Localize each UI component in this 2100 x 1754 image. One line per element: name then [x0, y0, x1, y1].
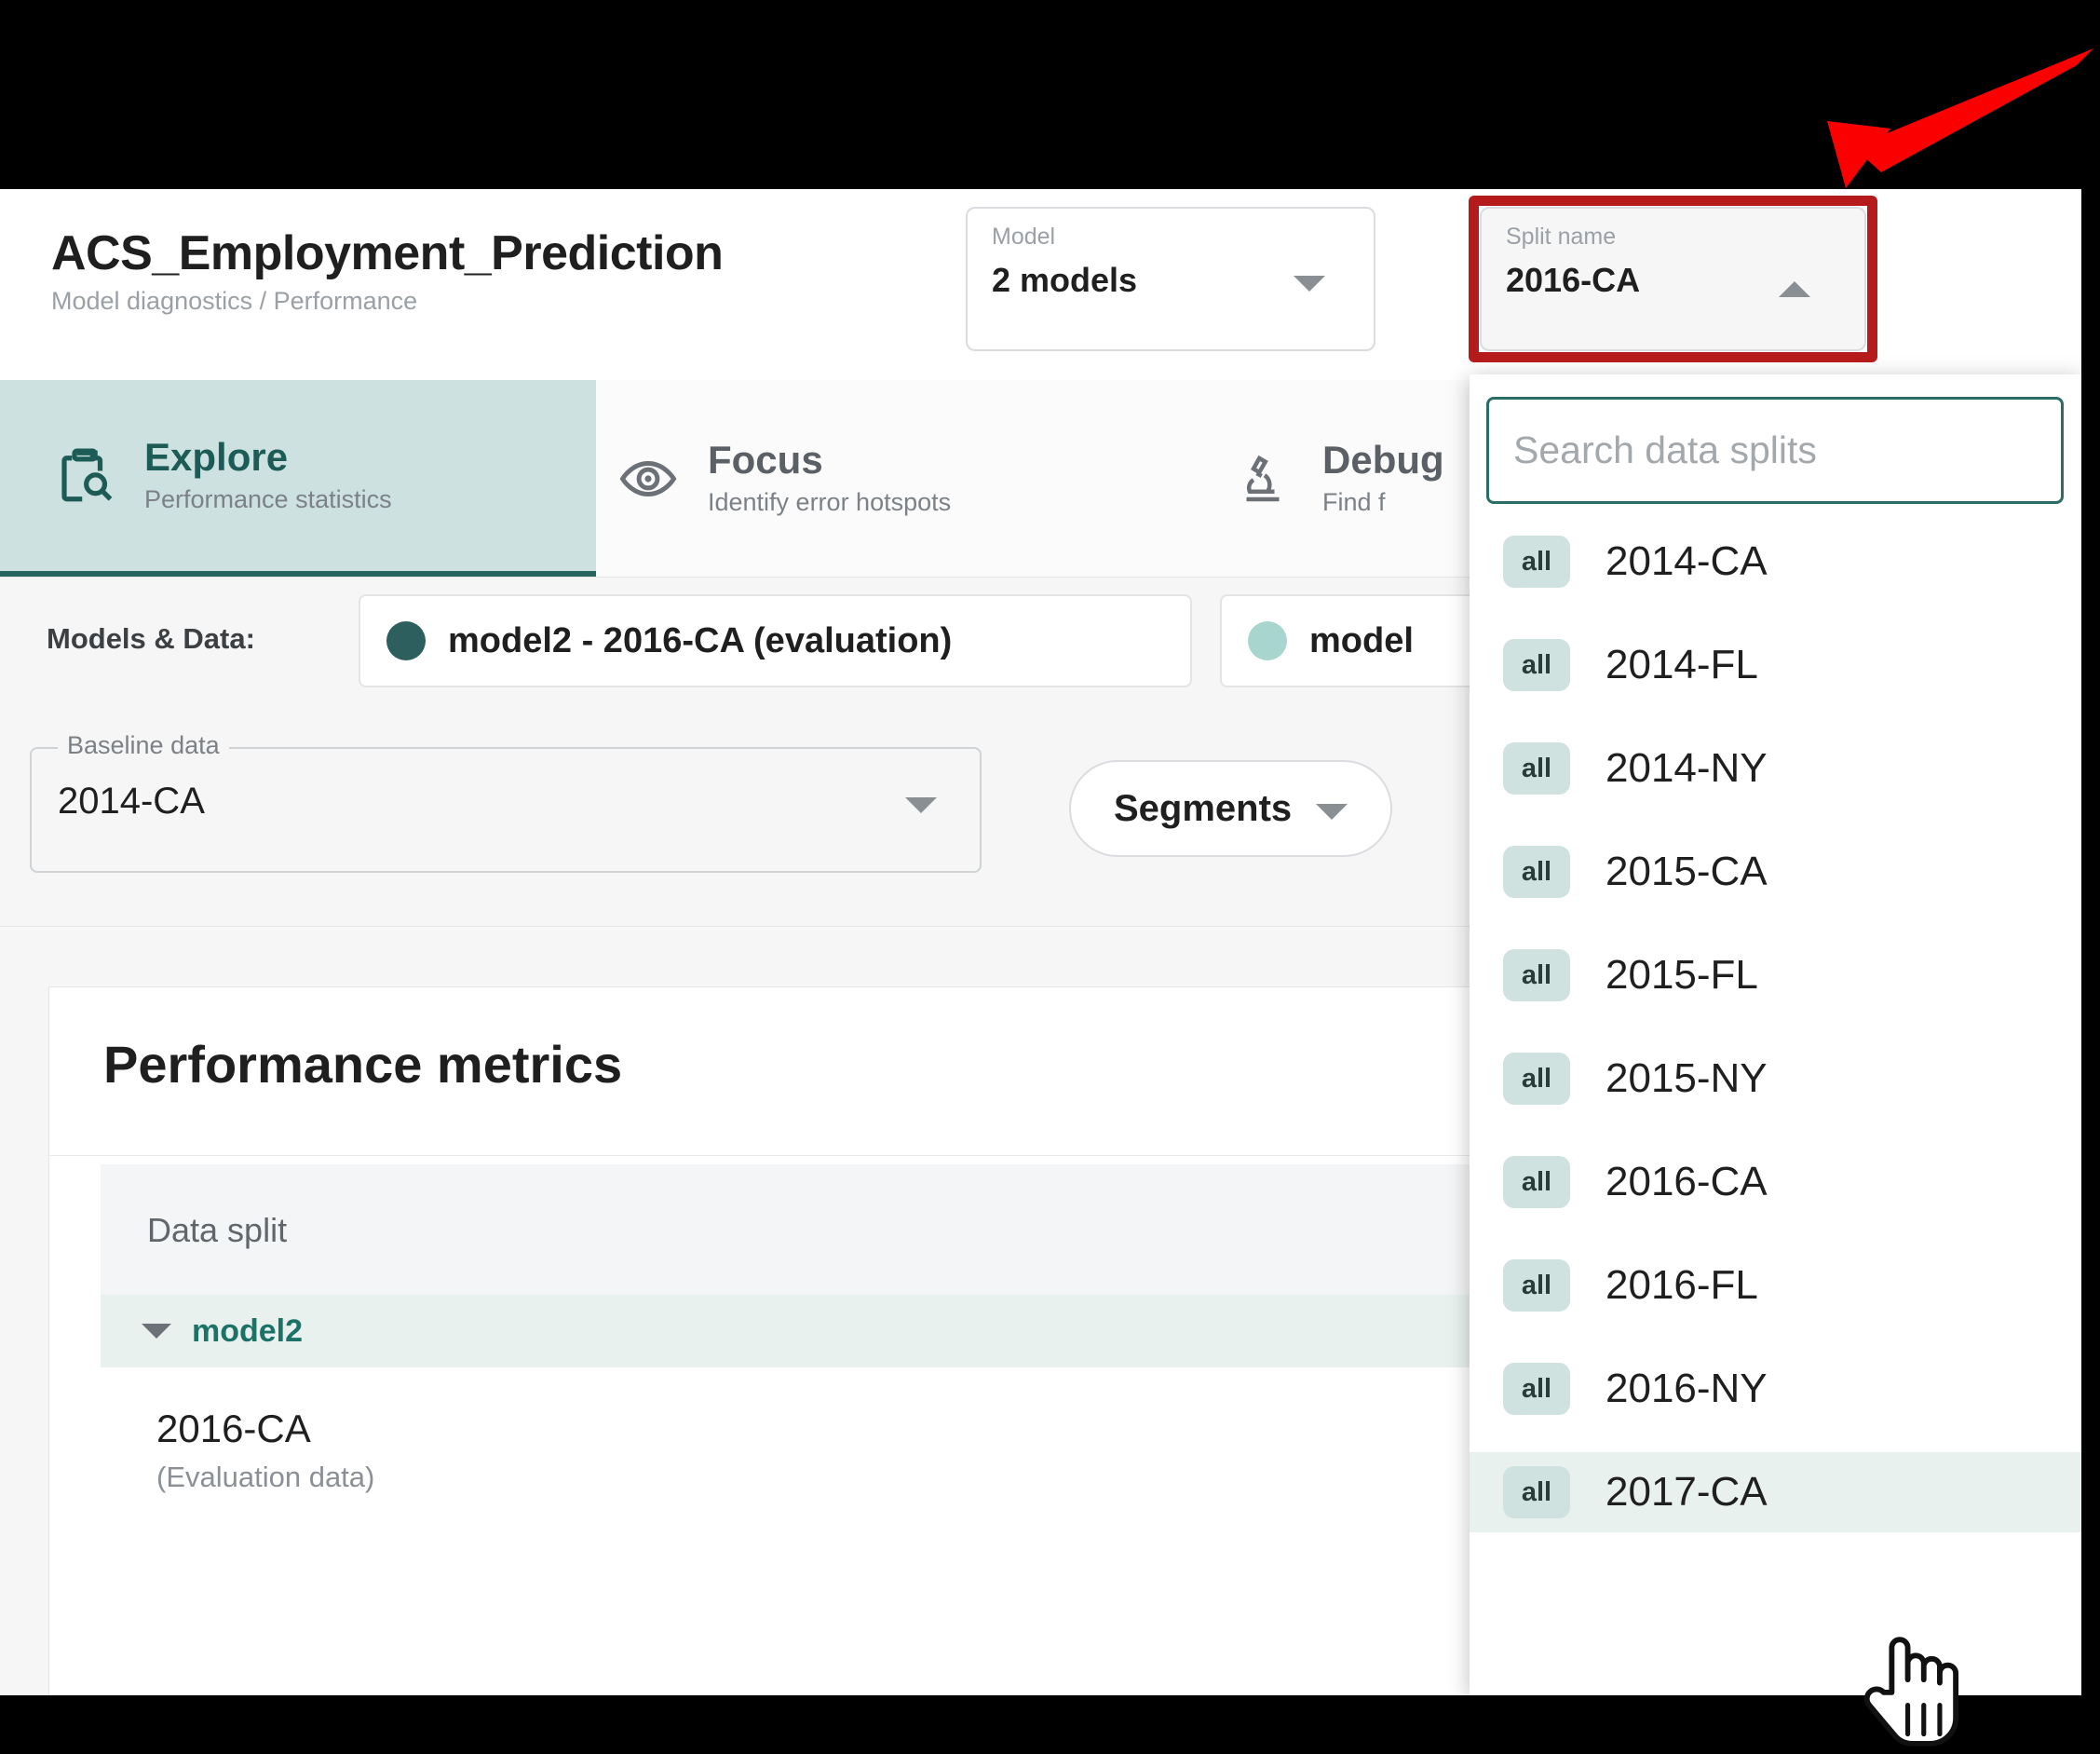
split-option-badge: all [1503, 1053, 1570, 1105]
split-option-2016-ny[interactable]: all 2016-NY [1470, 1349, 2081, 1429]
split-name-dropdown-panel: all 2014-CA all 2014-FL all 2014-NY all 2015-CA… [1470, 374, 2081, 1695]
chevron-down-icon [1294, 276, 1325, 292]
model-select[interactable]: Model 2 models [966, 207, 1375, 351]
split-option-2015-ca[interactable]: all 2015-CA [1470, 832, 2081, 912]
split-option-badge-label: all [1521, 1166, 1552, 1197]
eye-icon [615, 445, 682, 512]
split-option-badge: all [1503, 1259, 1570, 1312]
split-option-badge-label: all [1521, 649, 1552, 680]
split-option-2017-ca[interactable]: all 2017-CA [1470, 1452, 2081, 1532]
split-option-badge-label: all [1521, 546, 1552, 577]
split-option-label: 2014-FL [1605, 642, 1758, 687]
split-option-2016-fl[interactable]: all 2016-FL [1470, 1245, 2081, 1326]
segments-button-label: Segments [1114, 787, 1293, 829]
tab-explore[interactable]: Explore Performance statistics [0, 380, 596, 577]
split-option-2014-ny[interactable]: all 2014-NY [1470, 728, 2081, 809]
application-window: ACS_Employment_Prediction Model diagnost… [0, 189, 2081, 1695]
split-option-badge: all [1503, 742, 1570, 795]
page-title-block: ACS_Employment_Prediction Model diagnost… [51, 226, 724, 316]
split-option-badge: all [1503, 846, 1570, 898]
split-option-label: 2014-NY [1605, 745, 1768, 791]
split-option-label: 2015-NY [1605, 1055, 1768, 1101]
split-option-badge: all [1503, 1156, 1570, 1208]
split-name-select-value: 2016-CA [1506, 261, 1641, 299]
split-option-badge-label: all [1521, 856, 1552, 887]
baseline-data-select[interactable]: Baseline data 2014-CA [30, 731, 982, 873]
split-option-badge: all [1503, 639, 1570, 691]
tab-focus-label: Focus [708, 437, 823, 482]
tab-debug-label: Debug [1322, 437, 1444, 482]
model-color-dot [386, 621, 426, 660]
model-chip[interactable]: model2 - 2016-CA (evaluation) [359, 594, 1192, 687]
clipboard-search-icon [51, 442, 118, 510]
split-option-label: 2016-FL [1605, 1262, 1758, 1308]
baseline-data-value: 2014-CA [58, 781, 205, 822]
split-name-select[interactable]: Split name 2016-CA [1480, 207, 1866, 351]
table-row-sub: (Evaluation data) [156, 1461, 375, 1493]
tab-explore-text: Explore Performance statistics [144, 434, 392, 514]
models-and-data-label: Models & Data: [47, 622, 255, 655]
split-option-badge: all [1503, 536, 1570, 588]
chevron-down-icon [905, 797, 937, 813]
tab-focus[interactable]: Focus Identify error hotspots [615, 380, 1211, 577]
model-chip-label: model2 - 2016-CA (evaluation) [448, 620, 953, 660]
split-option-badge-label: all [1521, 1373, 1552, 1404]
table-column-header-data-split: Data split [147, 1211, 288, 1249]
split-option-label: 2014-CA [1605, 538, 1768, 584]
tab-focus-text: Focus Identify error hotspots [708, 437, 952, 517]
tab-debug-sub: Find f [1322, 488, 1386, 517]
split-option-2014-ca[interactable]: all 2014-CA [1470, 522, 2081, 602]
tab-debug-text: Debug Find f [1322, 437, 1444, 517]
breadcrumb: Model diagnostics / Performance [51, 286, 418, 315]
tab-focus-sub: Identify error hotspots [708, 488, 952, 517]
segments-button[interactable]: Segments [1069, 760, 1393, 857]
split-option-2015-fl[interactable]: all 2015-FL [1470, 935, 2081, 1015]
split-options-list[interactable]: all 2014-CA all 2014-FL all 2014-NY all 2015-CA… [1470, 522, 2081, 1695]
tab-explore-sub: Performance statistics [144, 485, 392, 514]
split-name-select-label: Split name [1506, 224, 1617, 250]
table-row-name: 2016-CA [156, 1407, 311, 1450]
card-title: Performance metrics [103, 1035, 623, 1094]
split-option-badge-label: all [1521, 959, 1552, 990]
split-option-badge-label: all [1521, 753, 1552, 783]
split-option-label: 2016-NY [1605, 1366, 1768, 1411]
microscope-icon [1229, 445, 1296, 512]
page-title: ACS_Employment_Prediction [51, 226, 724, 280]
chevron-up-icon [1779, 281, 1810, 297]
model-select-value: 2 models [992, 261, 1138, 299]
page-header: ACS_Employment_Prediction Model diagnost… [0, 189, 2081, 380]
split-option-2015-ny[interactable]: all 2015-NY [1470, 1039, 2081, 1119]
split-option-badge-label: all [1521, 1270, 1552, 1300]
search-input[interactable] [1486, 397, 2064, 504]
split-option-2016-ca[interactable]: all 2016-CA [1470, 1142, 2081, 1222]
split-option-badge: all [1503, 1363, 1570, 1415]
tab-explore-label: Explore [144, 434, 289, 479]
annotation-arrow-icon [1827, 48, 2093, 188]
split-option-badge-label: all [1521, 1476, 1552, 1507]
table-group-label: model2 [192, 1312, 304, 1349]
model-select-label: Model [992, 224, 1056, 250]
baseline-data-label: Baseline data [58, 731, 229, 760]
screenshot-frame: ACS_Employment_Prediction Model diagnost… [0, 0, 2100, 1754]
split-option-badge: all [1503, 949, 1570, 1001]
split-option-label: 2016-CA [1605, 1159, 1768, 1204]
split-option-badge: all [1503, 1466, 1570, 1518]
split-option-badge-label: all [1521, 1063, 1552, 1094]
split-option-label: 2017-CA [1605, 1469, 1768, 1515]
triangle-down-icon [142, 1324, 171, 1339]
split-option-label: 2015-FL [1605, 952, 1758, 998]
table-row: 2016-CA (Evaluation data) [156, 1407, 374, 1494]
model-chip-label: model [1309, 620, 1414, 660]
split-option-label: 2015-CA [1605, 849, 1768, 894]
model-color-dot [1248, 621, 1287, 660]
chevron-down-icon [1316, 803, 1348, 820]
split-option-2014-fl[interactable]: all 2014-FL [1470, 625, 2081, 705]
